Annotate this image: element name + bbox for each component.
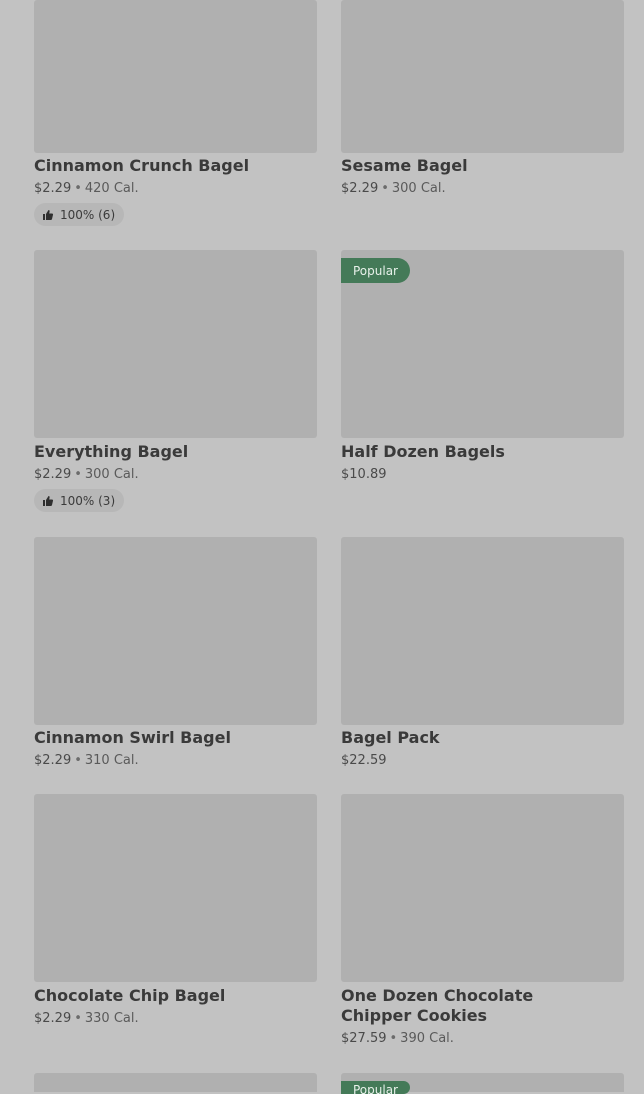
popular-badge: Popular <box>341 258 410 283</box>
menu-item-price: $2.29 <box>34 753 72 768</box>
menu-item-meta: $2.29 • 310 Cal. <box>34 753 139 768</box>
menu-item-meta: $22.59 <box>341 753 387 768</box>
separator-dot: • <box>74 181 82 196</box>
menu-item-price: $27.59 <box>341 1031 387 1046</box>
rating-badge: 100% (6) <box>34 203 125 226</box>
menu-item-calories: 300 Cal. <box>84 467 139 482</box>
menu-item-name: Cinnamon Crunch Bagel <box>34 156 250 175</box>
menu-item-image[interactable] <box>34 250 317 438</box>
menu-item-name: Everything Bagel <box>34 442 189 461</box>
menu-item-image[interactable] <box>34 794 317 982</box>
separator-dot: • <box>74 467 82 482</box>
menu-item-name: One Dozen Chocolate Chipper Cookies <box>341 986 534 1025</box>
menu-item-price: $10.89 <box>341 467 387 482</box>
menu-item-calories: 420 Cal. <box>84 181 139 196</box>
menu-item-name: Half Dozen Bagels <box>341 442 505 461</box>
menu-item-image[interactable] <box>341 794 624 982</box>
menu-item-meta: $2.29 • 300 Cal. <box>34 467 139 482</box>
menu-item-price: $2.29 <box>34 467 72 482</box>
rating-text: 100% (3) <box>60 493 116 508</box>
thumbs-up-icon <box>42 209 54 221</box>
menu-item-meta: $10.89 <box>341 467 387 482</box>
menu-item-name: Chocolate Chip Bagel <box>34 986 226 1005</box>
separator-dot: • <box>74 753 82 768</box>
menu-item-price: $22.59 <box>341 753 387 768</box>
popular-badge: Popular <box>341 1081 410 1094</box>
menu-item-calories: 310 Cal. <box>84 753 139 768</box>
menu-item-calories: 390 Cal. <box>400 1031 454 1046</box>
menu-item-price: $2.29 <box>34 1011 72 1026</box>
menu-item-image[interactable] <box>34 537 317 725</box>
menu-item-price: $2.29 <box>341 181 379 196</box>
menu-item-meta: $27.59 • 390 Cal. <box>341 1031 454 1046</box>
menu-item-name: Sesame Bagel <box>341 156 468 175</box>
rating-badge: 100% (3) <box>34 489 125 512</box>
menu-item-image[interactable] <box>34 1073 317 1092</box>
menu-item-name: Bagel Pack <box>341 728 440 747</box>
menu-item-meta: $2.29 • 300 Cal. <box>341 181 446 196</box>
separator-dot: • <box>389 1031 398 1046</box>
menu-item-name: Cinnamon Swirl Bagel <box>34 728 231 747</box>
menu-item-calories: 330 Cal. <box>84 1011 139 1026</box>
separator-dot: • <box>381 181 389 196</box>
menu-item-calories: 300 Cal. <box>391 181 446 196</box>
menu-item-image[interactable] <box>341 537 624 725</box>
rating-text: 100% (6) <box>60 207 116 222</box>
menu-item-price: $2.29 <box>34 181 72 196</box>
separator-dot: • <box>74 1011 82 1026</box>
menu-item-image[interactable] <box>34 0 317 153</box>
menu-item-image[interactable] <box>341 0 624 153</box>
menu-item-meta: $2.29 • 330 Cal. <box>34 1011 139 1026</box>
thumbs-up-icon <box>42 495 54 507</box>
menu-item-meta: $2.29 • 420 Cal. <box>34 181 139 196</box>
